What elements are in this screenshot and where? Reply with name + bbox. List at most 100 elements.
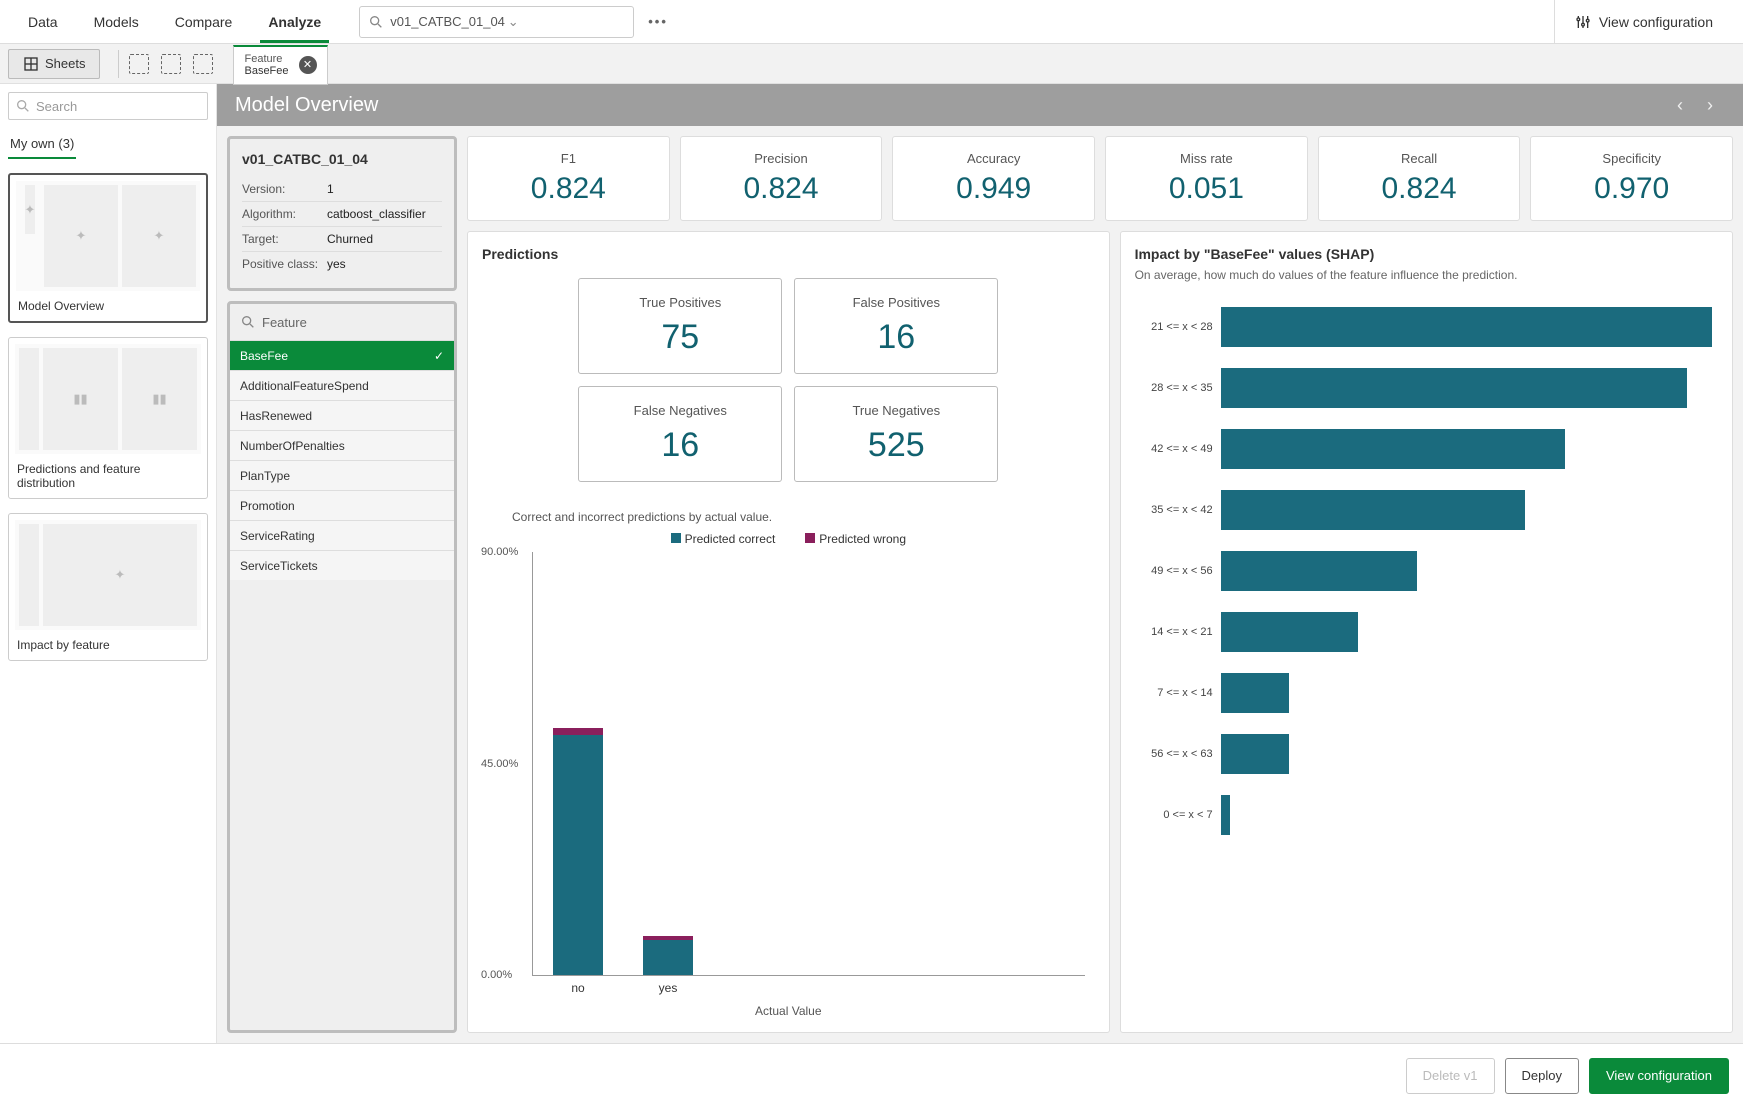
shap-row: 56 <= x < 63 — [1135, 727, 1712, 780]
feature-item[interactable]: PlanType — [230, 460, 454, 490]
shap-panel: Impact by "BaseFee" values (SHAP) On ave… — [1120, 231, 1733, 1033]
tab-compare[interactable]: Compare — [157, 2, 251, 42]
model-info-value: 1 — [327, 182, 442, 196]
metric-label: Recall — [1325, 151, 1514, 166]
next-sheet[interactable]: › — [1695, 95, 1725, 116]
view-configuration-top[interactable]: View configuration — [1554, 0, 1733, 43]
selection-tools — [118, 50, 213, 78]
feature-item[interactable]: ServiceTickets — [230, 550, 454, 580]
close-icon[interactable]: ✕ — [299, 56, 317, 74]
model-info-key: Target: — [242, 232, 327, 246]
metric-value: 0.824 — [474, 172, 663, 206]
metrics-row: F1 0.824 Precision 0.824 Accuracy 0.949 Miss r… — [467, 136, 1733, 221]
chart-legend: Predicted correct Predicted wrong — [482, 532, 1095, 546]
shap-row: 35 <= x < 42 — [1135, 483, 1712, 536]
model-info-key: Positive class: — [242, 257, 327, 271]
shap-row: 49 <= x < 56 — [1135, 544, 1712, 597]
feature-item[interactable]: BaseFee✓ — [230, 340, 454, 370]
shap-row: 14 <= x < 21 — [1135, 605, 1712, 658]
page-titlebar: Model Overview ‹ › — [217, 84, 1743, 126]
shap-row: 42 <= x < 49 — [1135, 422, 1712, 475]
metric-label: Miss rate — [1112, 151, 1301, 166]
model-info-key: Algorithm: — [242, 207, 327, 221]
sheets-sidebar: Search My own (3) ✦ ✦ ✦ Model Overview ▮… — [0, 84, 217, 1043]
search-icon — [368, 14, 384, 30]
bar: yes — [643, 936, 693, 975]
feature-item[interactable]: HasRenewed — [230, 400, 454, 430]
sub-toolbar: Sheets Feature BaseFee ✕ — [0, 44, 1743, 84]
main-area: Model Overview ‹ › v01_CATBC_01_04 Versi… — [217, 84, 1743, 1043]
confusion-cell: True Positives75 — [578, 278, 782, 374]
tab-analyze[interactable]: Analyze — [250, 2, 339, 42]
feature-item[interactable]: AdditionalFeatureSpend — [230, 370, 454, 400]
filter-chip-feature[interactable]: Feature BaseFee ✕ — [233, 45, 327, 85]
feature-list-card: Feature BaseFee✓AdditionalFeatureSpendHa… — [227, 301, 457, 1033]
model-info-key: Version: — [242, 182, 327, 196]
shap-row: 0 <= x < 7 — [1135, 788, 1712, 841]
bar: no — [553, 728, 603, 975]
x-axis-title: Actual Value — [482, 1004, 1095, 1018]
tab-models[interactable]: Models — [76, 2, 157, 42]
grid-icon — [23, 56, 39, 72]
shap-title: Impact by "BaseFee" values (SHAP) — [1135, 246, 1718, 262]
page-title: Model Overview — [235, 94, 378, 117]
metric-label: Precision — [687, 151, 876, 166]
sheet-thumb-model-overview[interactable]: ✦ ✦ ✦ Model Overview — [8, 173, 208, 323]
metric-value: 0.824 — [1325, 172, 1514, 206]
metric-card: F1 0.824 — [467, 136, 670, 221]
model-name: v01_CATBC_01_04 — [242, 151, 442, 167]
feature-search[interactable]: Feature — [230, 304, 454, 340]
confusion-cell: False Positives16 — [794, 278, 998, 374]
sheet-thumb-predictions[interactable]: ▮▮ ▮▮ Predictions and feature distributi… — [8, 337, 208, 499]
search-value: v01_CATBC_01_04 — [390, 14, 508, 29]
shap-bar-chart: 21 <= x < 28 28 <= x < 35 42 <= x < 49 35 <… — [1135, 300, 1718, 1018]
model-info-value: Churned — [327, 232, 442, 246]
search-icon — [15, 98, 31, 114]
delete-button[interactable]: Delete v1 — [1406, 1058, 1495, 1094]
metric-value: 0.824 — [687, 172, 876, 206]
select-tool-1[interactable] — [129, 54, 149, 74]
metric-card: Precision 0.824 — [680, 136, 883, 221]
shap-row: 7 <= x < 14 — [1135, 666, 1712, 719]
feature-item[interactable]: NumberOfPenalties — [230, 430, 454, 460]
metric-card: Accuracy 0.949 — [892, 136, 1095, 221]
search-icon — [240, 314, 256, 330]
metric-card: Specificity0.970 — [1530, 136, 1733, 221]
metric-value: 0.051 — [1112, 172, 1301, 206]
prev-sheet[interactable]: ‹ — [1665, 95, 1695, 116]
sidebar-tab-myown[interactable]: My own (3) — [8, 130, 76, 159]
select-tool-2[interactable] — [161, 54, 181, 74]
check-icon: ✓ — [434, 349, 444, 363]
metric-label: F1 — [474, 151, 663, 166]
deploy-button[interactable]: Deploy — [1505, 1058, 1579, 1094]
shap-subtitle: On average, how much do values of the fe… — [1135, 268, 1718, 282]
metric-card: Recall 0.824 — [1318, 136, 1521, 221]
metric-value: 0.949 — [899, 172, 1088, 206]
metric-label: Accuracy — [899, 151, 1088, 166]
model-info-value: catboost_classifier — [327, 207, 442, 221]
shap-row: 21 <= x < 28 — [1135, 300, 1712, 353]
metric-card: Miss rate 0.051 — [1105, 136, 1308, 221]
filter-chip-value: BaseFee — [244, 65, 288, 77]
feature-item[interactable]: Promotion — [230, 490, 454, 520]
select-tool-3[interactable] — [193, 54, 213, 74]
footer: Delete v1 Deploy View configuration — [0, 1043, 1743, 1107]
predictions-title: Predictions — [482, 246, 1095, 262]
view-configuration-button[interactable]: View configuration — [1589, 1058, 1729, 1094]
model-search[interactable]: v01_CATBC_01_04 ⌄ — [359, 6, 634, 38]
model-info-card: v01_CATBC_01_04 Version:1Algorithm:catbo… — [227, 136, 457, 291]
tab-data[interactable]: Data — [10, 2, 76, 42]
model-info-value: yes — [327, 257, 442, 271]
shap-row: 28 <= x < 35 — [1135, 361, 1712, 414]
sheet-thumb-impact[interactable]: ✦ Impact by feature — [8, 513, 208, 661]
confusion-cell: True Negatives525 — [794, 386, 998, 482]
sliders-icon — [1575, 14, 1591, 30]
more-menu[interactable]: ••• — [648, 14, 668, 29]
sidebar-search[interactable]: Search — [8, 92, 208, 120]
sheets-button[interactable]: Sheets — [8, 49, 100, 79]
subchart-title: Correct and incorrect predictions by act… — [512, 510, 1095, 524]
stacked-bar-chart: 0.00%45.00%90.00%noyes — [532, 552, 1085, 976]
feature-item[interactable]: ServiceRating — [230, 520, 454, 550]
filter-chip-label: Feature — [244, 53, 288, 65]
metric-label: Specificity — [1537, 151, 1726, 166]
